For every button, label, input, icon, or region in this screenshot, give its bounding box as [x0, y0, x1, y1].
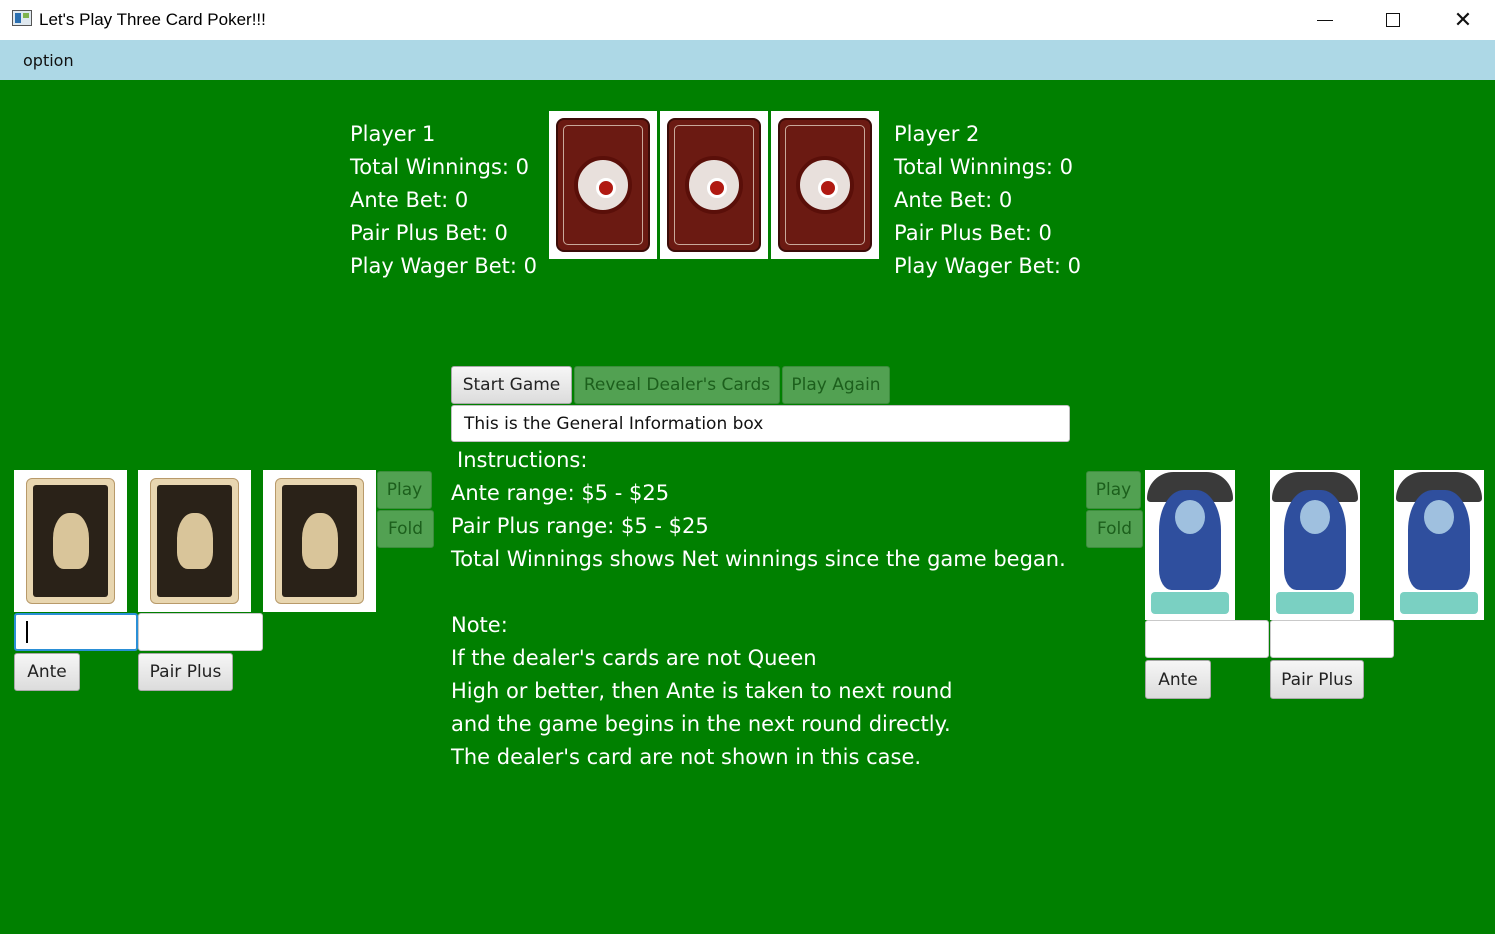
- player1-card-2: [138, 470, 251, 612]
- instructions: Instructions: Ante range: $5 - $25 Pair …: [451, 444, 1066, 774]
- note-heading: Note:: [451, 613, 508, 637]
- menu-option[interactable]: option: [23, 51, 74, 70]
- player2-pair-plus-bet: Pair Plus Bet: 0: [894, 221, 1052, 245]
- note-line-1: If the dealer's cards are not Queen: [451, 646, 817, 670]
- player1-ante-input[interactable]: [14, 613, 138, 651]
- player2-play-button[interactable]: Play: [1086, 471, 1141, 509]
- player1-card-3: [263, 470, 376, 612]
- player1-ante-button[interactable]: Ante: [14, 653, 80, 691]
- note-line-2: High or better, then Ante is taken to ne…: [451, 679, 953, 703]
- player2-fold-button[interactable]: Fold: [1086, 510, 1143, 548]
- maximize-button[interactable]: [1358, 0, 1428, 40]
- player2-name: Player 2: [894, 122, 980, 146]
- title-bar: Let's Play Three Card Poker!!! ✕: [0, 0, 1495, 40]
- player1-name: Player 1: [350, 122, 436, 146]
- ante-range-text: Ante range: $5 - $25: [451, 481, 670, 505]
- player2-pair-plus-button[interactable]: Pair Plus: [1270, 660, 1364, 699]
- player2-ante-button[interactable]: Ante: [1145, 660, 1211, 699]
- player1-pair-plus-input[interactable]: [138, 613, 263, 651]
- player2-info: Player 2 Total Winnings: 0 Ante Bet: 0 P…: [894, 118, 1081, 283]
- close-button[interactable]: ✕: [1428, 0, 1495, 40]
- dealer-card-1: [549, 111, 657, 259]
- start-game-button[interactable]: Start Game: [451, 366, 572, 404]
- note-line-3: and the game begins in the next round di…: [451, 712, 951, 736]
- player1-info: Player 1 Total Winnings: 0 Ante Bet: 0 P…: [350, 118, 537, 283]
- minimize-icon: [1317, 19, 1333, 21]
- pair-plus-range-text: Pair Plus range: $5 - $25: [451, 514, 709, 538]
- player2-ante-bet: Ante Bet: 0: [894, 188, 1013, 212]
- play-again-button[interactable]: Play Again: [782, 366, 890, 404]
- dealer-card-3: [771, 111, 879, 259]
- player2-pair-plus-input[interactable]: [1270, 620, 1394, 658]
- note-line-4: The dealer's card are not shown in this …: [451, 745, 922, 769]
- player1-play-button[interactable]: Play: [377, 471, 432, 509]
- player2-card-3: [1394, 470, 1484, 620]
- player1-card-1: [14, 470, 127, 612]
- minimize-button[interactable]: [1290, 0, 1360, 40]
- window-title: Let's Play Three Card Poker!!!: [39, 10, 266, 29]
- general-info-box[interactable]: This is the General Information box: [451, 405, 1070, 442]
- menu-bar: option: [0, 40, 1495, 80]
- player2-card-1: [1145, 470, 1235, 620]
- reveal-dealer-cards-button[interactable]: Reveal Dealer's Cards: [574, 366, 780, 404]
- player2-total-winnings: Total Winnings: 0: [894, 155, 1074, 179]
- app-icon: [12, 10, 32, 26]
- dealer-card-2: [660, 111, 768, 259]
- player1-total-winnings: Total Winnings: 0: [350, 155, 530, 179]
- maximize-icon: [1386, 13, 1400, 27]
- instructions-heading: Instructions:: [457, 448, 588, 472]
- player2-ante-input[interactable]: [1145, 620, 1269, 658]
- player1-fold-button[interactable]: Fold: [377, 510, 434, 548]
- player2-play-wager-bet: Play Wager Bet: 0: [894, 254, 1081, 278]
- text-caret: [26, 621, 28, 643]
- player1-pair-plus-button[interactable]: Pair Plus: [138, 653, 233, 691]
- player2-card-2: [1270, 470, 1360, 620]
- close-icon: ✕: [1453, 7, 1473, 33]
- player1-play-wager-bet: Play Wager Bet: 0: [350, 254, 537, 278]
- player1-pair-plus-bet: Pair Plus Bet: 0: [350, 221, 508, 245]
- total-winnings-note: Total Winnings shows Net winnings since …: [451, 547, 1066, 571]
- player1-ante-bet: Ante Bet: 0: [350, 188, 469, 212]
